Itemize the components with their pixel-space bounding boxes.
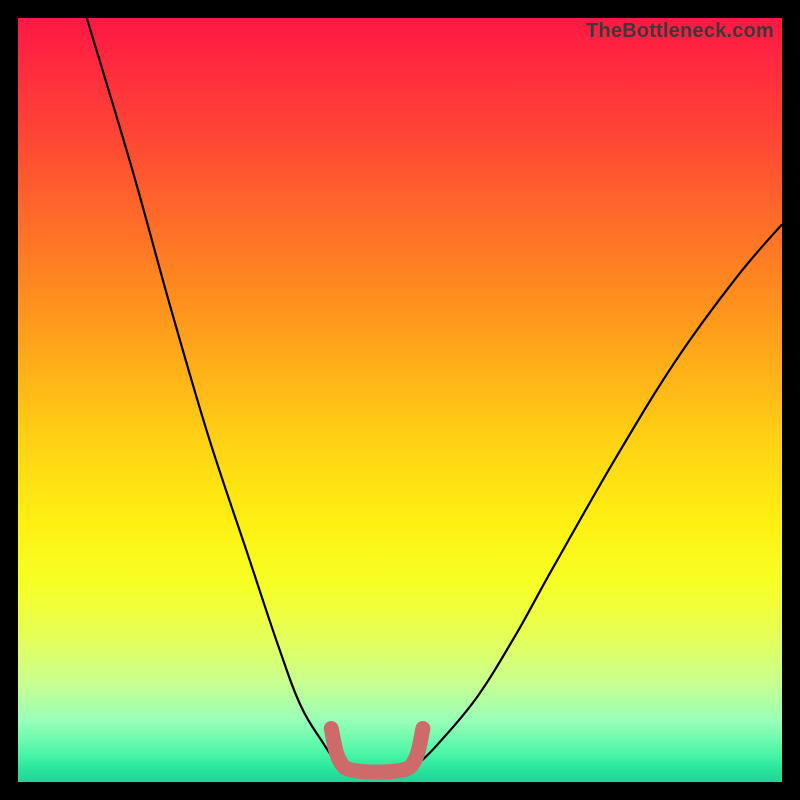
- valley-highlight-path: [331, 729, 423, 773]
- chart-svg: [18, 18, 782, 782]
- curve-right: [415, 224, 782, 766]
- chart-frame: TheBottleneck.com: [0, 0, 800, 800]
- curve-left: [87, 18, 339, 767]
- watermark-text: TheBottleneck.com: [586, 20, 774, 43]
- plot-area: TheBottleneck.com: [18, 18, 782, 782]
